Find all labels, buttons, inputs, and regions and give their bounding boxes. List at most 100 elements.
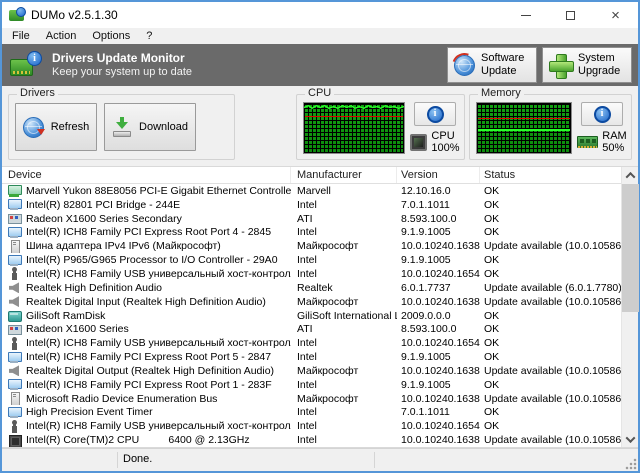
manufacturer-cell: Intel	[291, 268, 397, 280]
header-banner: i Drivers Update Monitor Keep your syste…	[2, 44, 638, 86]
table-row[interactable]: Intel(R) P965/G965 Processor to I/O Cont…	[2, 253, 621, 267]
system-upgrade-label: System Upgrade	[578, 52, 625, 78]
download-button[interactable]: Download	[104, 103, 196, 151]
version-cell: 8.593.100.0	[397, 213, 480, 225]
gpu-device-icon	[8, 323, 21, 336]
version-cell: 9.1.9.1005	[397, 351, 480, 363]
pci-device-icon	[8, 406, 21, 419]
version-cell: 6.0.1.7737	[397, 282, 480, 294]
column-header-version[interactable]: Version	[397, 167, 480, 183]
gpu-device-icon	[8, 212, 21, 225]
statusbar-divider	[117, 452, 118, 468]
refresh-label: Refresh	[51, 121, 90, 133]
table-row[interactable]: Marvell Yukon 88E8056 PCI-E Gigabit Ethe…	[2, 184, 621, 198]
table-header: Device Manufacturer Version Status	[2, 167, 621, 184]
refresh-globe-icon	[23, 117, 44, 138]
ram-metric-value: 50%	[602, 142, 624, 154]
table-row[interactable]: Intel(R) Core(TM)2 CPU 6400 @ 2.13GHz In…	[2, 433, 621, 447]
chevron-down-icon	[626, 433, 636, 443]
scrollbar-thumb[interactable]	[622, 184, 639, 312]
table-row[interactable]: Intel(R) ICH8 Family PCI Express Root Po…	[2, 226, 621, 240]
manufacturer-cell: Intel	[291, 226, 397, 238]
table-row[interactable]: Realtek Digital Input (Realtek High Defi…	[2, 295, 621, 309]
red-arrow-icon	[37, 129, 45, 139]
pci-device-icon	[8, 254, 21, 267]
refresh-button[interactable]: Refresh	[15, 103, 97, 151]
version-cell: 8.593.100.0	[397, 323, 480, 335]
manufacturer-cell: Intel	[291, 199, 397, 211]
table-row[interactable]: Intel(R) ICH8 Family USB универсальный х…	[2, 419, 621, 433]
manufacturer-cell: Realtek	[291, 282, 397, 294]
manufacturer-cell: ATI	[291, 213, 397, 225]
table-row[interactable]: High Precision Event Timer Intel 7.0.1.1…	[2, 406, 621, 420]
vertical-scrollbar[interactable]	[621, 167, 638, 447]
table-row[interactable]: Шина адаптера IPv4 IPv6 (Майкрософт) Май…	[2, 239, 621, 253]
status-cell: Update available (10.0.10586.0)	[480, 296, 621, 308]
manufacturer-cell: Майкрософт	[291, 296, 397, 308]
table-row[interactable]: Radeon X1600 Series ATI 8.593.100.0 OK	[2, 322, 621, 336]
table-row[interactable]: Intel(R) ICH8 Family USB универсальный х…	[2, 267, 621, 281]
menu-bar: File Action Options ?	[2, 28, 638, 44]
memory-group: Memory i RAM 50%	[469, 94, 632, 160]
minimize-icon	[521, 15, 531, 16]
cpu-chip-icon	[410, 134, 427, 151]
close-button[interactable]: ×	[593, 2, 638, 28]
status-cell: OK	[480, 213, 621, 225]
manufacturer-cell: Intel	[291, 337, 397, 349]
device-name: Radeon X1600 Series Secondary	[26, 213, 182, 225]
scrollbar-up-button[interactable]	[622, 167, 639, 183]
menu-help[interactable]: ?	[138, 28, 160, 44]
device-name: GiliSoft RamDisk	[26, 310, 105, 322]
maximize-button[interactable]	[548, 2, 593, 28]
table-row[interactable]: Radeon X1600 Series Secondary ATI 8.593.…	[2, 212, 621, 226]
menu-options[interactable]: Options	[84, 28, 138, 44]
status-cell: OK	[480, 323, 621, 335]
menu-file[interactable]: File	[4, 28, 38, 44]
cpu-info-button[interactable]: i	[414, 102, 456, 126]
usb-device-icon	[8, 420, 21, 433]
table-row[interactable]: Realtek Digital Output (Realtek High Def…	[2, 364, 621, 378]
version-cell: 9.1.9.1005	[397, 379, 480, 391]
version-cell: 10.0.10240.16542	[397, 268, 480, 280]
device-name: Intel(R) P965/G965 Processor to I/O Cont…	[26, 254, 278, 266]
table-row[interactable]: Intel(R) ICH8 Family PCI Express Root Po…	[2, 350, 621, 364]
memory-info-button[interactable]: i	[581, 102, 623, 126]
status-cell: Update available (6.0.1.7780)	[480, 282, 621, 294]
banner-title: Drivers Update Monitor	[52, 51, 192, 66]
column-header-status[interactable]: Status	[480, 167, 621, 183]
column-header-device[interactable]: Device	[2, 167, 291, 183]
version-cell: 2009.0.0.0	[397, 310, 480, 322]
ram-module-icon	[577, 136, 598, 148]
table-row[interactable]: Intel(R) ICH8 Family PCI Express Root Po…	[2, 378, 621, 392]
resize-grip-icon[interactable]	[625, 458, 637, 470]
version-cell: 10.0.10240.16384	[397, 296, 480, 308]
table-row[interactable]: Realtek High Definition Audio Realtek 6.…	[2, 281, 621, 295]
version-cell: 7.0.1.1011	[397, 406, 480, 418]
bus-device-icon	[8, 392, 21, 405]
status-cell: Update available (10.0.10586.0)	[480, 393, 621, 405]
table-row[interactable]: Microsoft Radio Device Enumeration Bus М…	[2, 392, 621, 406]
status-cell: OK	[480, 268, 621, 280]
device-name: Realtek Digital Output (Realtek High Def…	[26, 365, 274, 377]
table-row[interactable]: Intel(R) ICH8 Family USB универсальный х…	[2, 336, 621, 350]
status-cell: OK	[480, 310, 621, 322]
version-cell: 9.1.9.1005	[397, 226, 480, 238]
status-bar: Done.	[2, 448, 638, 471]
memory-usage-line	[478, 129, 570, 131]
table-row[interactable]: GiliSoft RamDisk GiliSoft International …	[2, 309, 621, 323]
software-update-button[interactable]: Software Update	[447, 47, 537, 83]
version-cell: 10.0.10240.16542	[397, 420, 480, 432]
system-upgrade-button[interactable]: System Upgrade	[542, 47, 632, 83]
manufacturer-cell: Intel	[291, 254, 397, 266]
scrollbar-down-button[interactable]	[622, 431, 639, 447]
column-header-manufacturer[interactable]: Manufacturer	[291, 167, 397, 183]
device-name: Intel(R) ICH8 Family USB универсальный х…	[26, 420, 291, 432]
minimize-button[interactable]	[503, 2, 548, 28]
table-row[interactable]: Intel(R) 82801 PCI Bridge - 244E Intel 7…	[2, 198, 621, 212]
red-swoosh-icon	[448, 48, 481, 81]
menu-action[interactable]: Action	[38, 28, 85, 44]
drivers-group-label: Drivers	[17, 87, 58, 99]
cpu-usage-graph	[303, 102, 405, 154]
device-name: Radeon X1600 Series	[26, 323, 129, 335]
window-title: DUMo v2.5.1.30	[31, 8, 118, 22]
